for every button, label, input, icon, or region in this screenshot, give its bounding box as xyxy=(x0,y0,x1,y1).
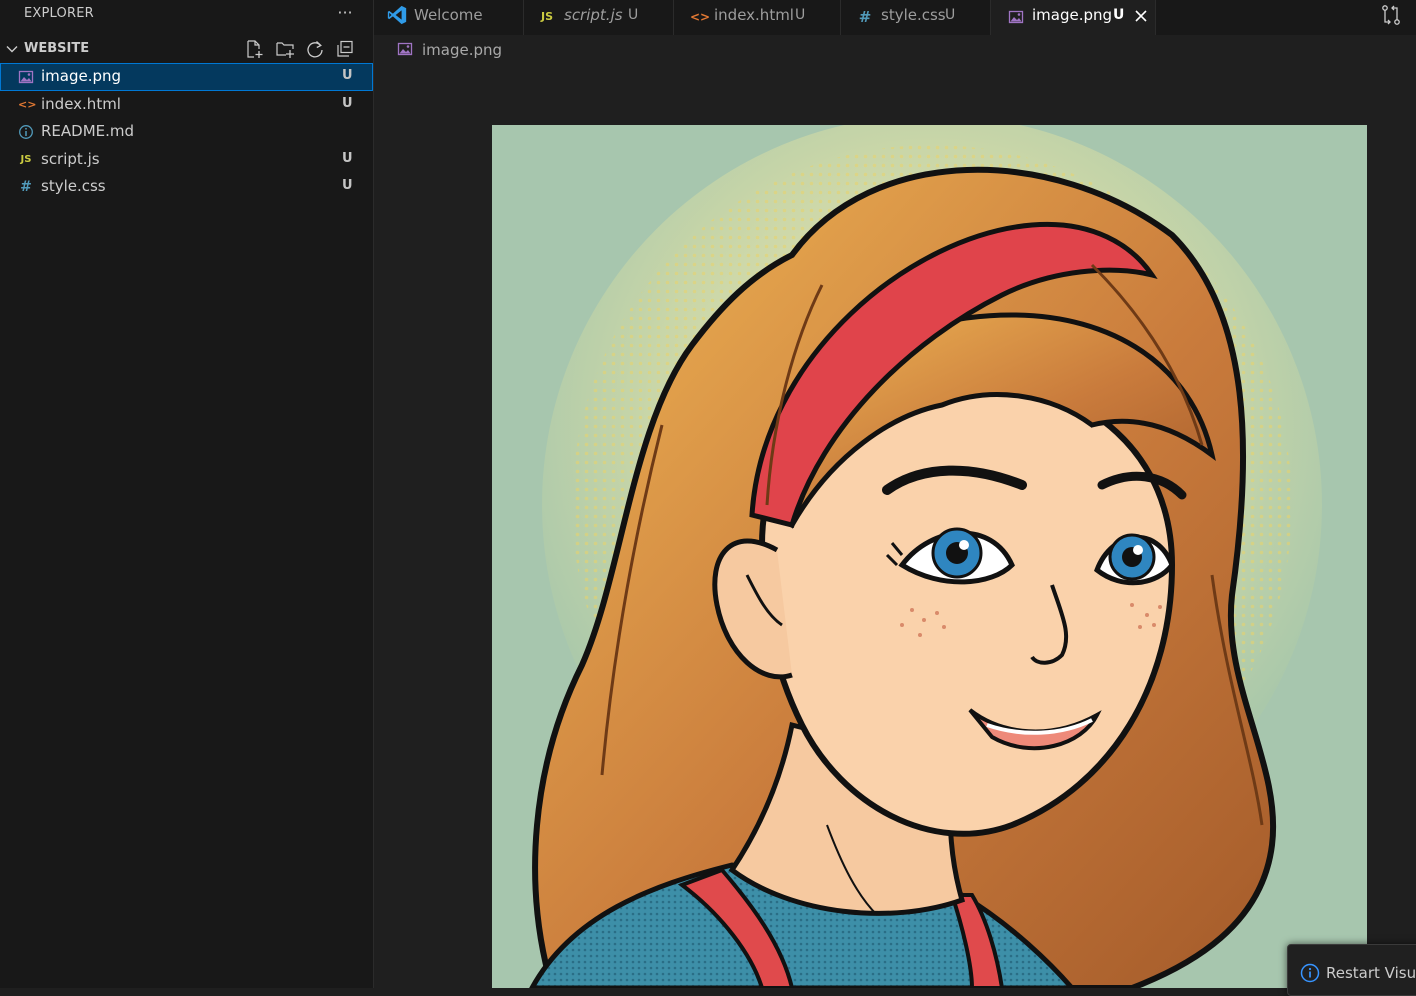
close-icon[interactable] xyxy=(1133,8,1149,24)
image-preview xyxy=(492,125,1367,988)
file-item-style-css[interactable]: # style.css U xyxy=(0,173,373,201)
folder-header[interactable]: WEBSITE xyxy=(0,38,373,60)
file-name: style.css xyxy=(41,177,106,195)
tab-welcome[interactable]: Welcome xyxy=(374,0,524,35)
tab-label: index.html xyxy=(714,6,794,24)
js-file-icon: JS xyxy=(20,153,32,165)
file-item-index-html[interactable]: <> index.html U xyxy=(0,91,373,119)
more-actions-icon[interactable]: ··· xyxy=(336,2,354,24)
compare-changes-icon[interactable] xyxy=(1380,4,1402,26)
file-name: script.js xyxy=(41,149,100,168)
image-file-icon xyxy=(18,70,34,84)
chevron-down-icon xyxy=(6,46,18,53)
tab-script-js[interactable]: JS script.js U xyxy=(524,0,674,35)
explorer-title: EXPLORER xyxy=(24,6,94,21)
git-status-badge: U xyxy=(342,95,353,111)
tab-status: U xyxy=(628,7,639,23)
image-file-icon xyxy=(397,42,413,56)
breadcrumb-file: image.png xyxy=(422,41,503,59)
file-item-script-js[interactable]: JS script.js U xyxy=(0,146,373,174)
file-name: README.md xyxy=(41,122,135,140)
folder-name: WEBSITE xyxy=(24,41,90,56)
git-status-badge: U xyxy=(342,68,353,83)
file-tree: image.png U <> index.html U README.md JS… xyxy=(0,63,373,201)
info-file-icon xyxy=(19,125,33,139)
tab-label: Welcome xyxy=(414,6,483,24)
tab-status: U xyxy=(795,7,806,23)
tab-index-html[interactable]: <> index.html U xyxy=(674,0,841,35)
tab-style-css[interactable]: # style.css U xyxy=(841,0,991,35)
html-file-icon: <> xyxy=(18,97,37,111)
tab-status: U xyxy=(1113,7,1125,23)
html-file-icon: <> xyxy=(690,10,711,24)
tab-label: style.css xyxy=(881,6,946,24)
notification-text: Restart Visua xyxy=(1326,964,1416,982)
editor-tab-bar: Welcome JS script.js U <> index.html U #… xyxy=(374,0,1416,35)
file-item-readme-md[interactable]: README.md xyxy=(0,118,373,146)
git-status-badge: U xyxy=(342,150,353,166)
new-folder-icon[interactable] xyxy=(275,39,295,59)
git-status-badge: U xyxy=(342,178,353,193)
new-file-icon[interactable] xyxy=(244,39,264,59)
css-file-icon: # xyxy=(858,8,872,26)
file-item-image-png[interactable]: image.png U xyxy=(0,63,373,91)
tab-image-png[interactable]: image.png U xyxy=(991,0,1156,35)
image-file-icon xyxy=(1008,10,1024,24)
file-name: image.png xyxy=(41,67,122,85)
file-name: index.html xyxy=(41,94,121,113)
comic-girl-illustration xyxy=(492,125,1367,988)
collapse-all-icon[interactable] xyxy=(335,39,355,59)
refresh-icon[interactable] xyxy=(305,39,325,59)
tab-status: U xyxy=(945,7,956,23)
explorer-sidebar: EXPLORER ··· WEBSITE image.png U <> inde… xyxy=(0,0,374,988)
js-file-icon: JS xyxy=(540,10,553,23)
restart-notification[interactable]: Restart Visua xyxy=(1287,944,1416,996)
tab-label: script.js xyxy=(564,6,623,24)
info-icon xyxy=(1300,963,1320,983)
vscode-icon xyxy=(387,5,407,25)
tab-label: image.png xyxy=(1032,6,1113,24)
css-file-icon: # xyxy=(20,179,32,195)
